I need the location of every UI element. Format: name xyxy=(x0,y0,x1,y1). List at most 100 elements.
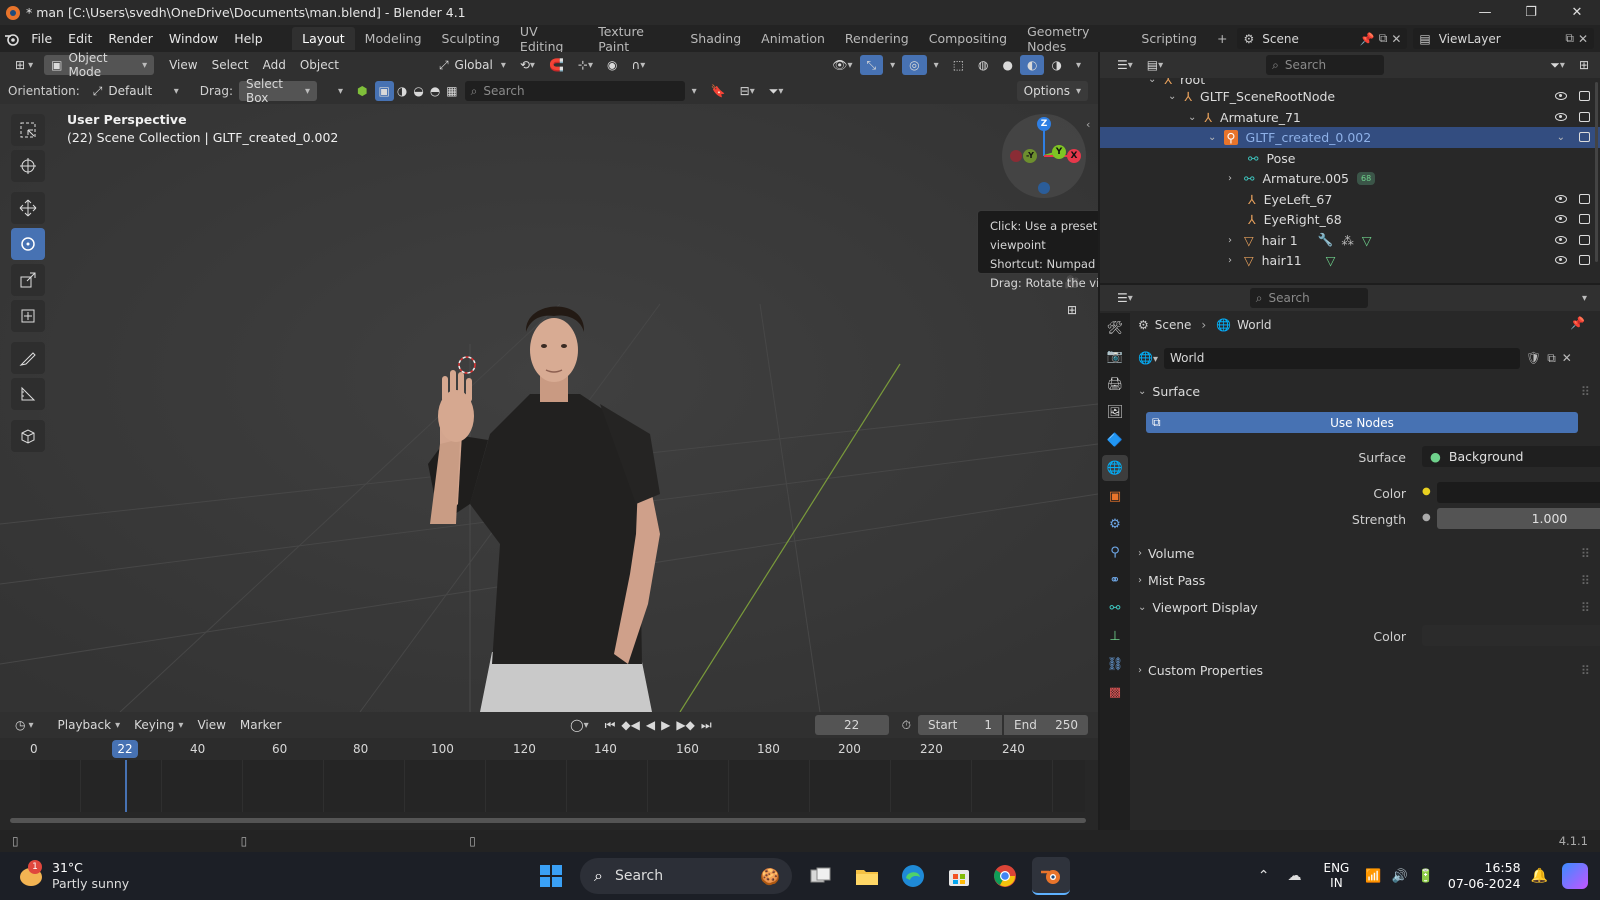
blender-taskbar-icon[interactable] xyxy=(1032,857,1070,895)
render-tab-icon[interactable]: 📷 xyxy=(1102,343,1128,369)
menu-render[interactable]: Render xyxy=(100,31,161,46)
tool-tab-icon[interactable]: 🛠 xyxy=(1102,315,1128,341)
show-hidden-icons-chevron[interactable]: ⌃ xyxy=(1258,868,1270,884)
onedrive-paused-icon[interactable]: ☁ xyxy=(1287,868,1301,884)
timeline-tracks[interactable] xyxy=(40,760,1085,812)
menu-add[interactable]: Add xyxy=(256,55,293,75)
menu-keying[interactable]: Keying ▾ xyxy=(127,715,190,735)
battery-icon[interactable]: 🔋 xyxy=(1418,869,1434,884)
camera-icon[interactable] xyxy=(1579,214,1590,225)
new-scene-icon[interactable]: ⧉ xyxy=(1379,31,1388,46)
outliner-row-armature-71[interactable]: ⌄ ⅄ Armature_71 xyxy=(1100,107,1600,128)
camera-icon[interactable] xyxy=(1579,132,1590,143)
snap-target-icon[interactable]: ⊹ ▾ xyxy=(571,55,600,75)
sidebar-toggle-icon[interactable]: ‹ xyxy=(1086,118,1090,131)
navigation-gizmo[interactable]: Z Y -Y X xyxy=(1002,114,1086,198)
volume-panel-header[interactable]: › Volume ⠿ xyxy=(1138,541,1590,565)
gizmo-toggle-icon[interactable]: ⤡ xyxy=(859,55,884,75)
gizmo-neg-y-axis[interactable]: -Y xyxy=(1023,149,1037,163)
outliner-filter-icon[interactable]: ⏷ ▾ xyxy=(1543,55,1572,75)
particles-tab-icon[interactable]: ⚲ xyxy=(1102,539,1128,565)
world-tab-icon[interactable]: 🌐 xyxy=(1102,455,1128,481)
tab-animation[interactable]: Animation xyxy=(751,27,835,50)
menu-edit[interactable]: Edit xyxy=(60,31,100,46)
menu-marker[interactable]: Marker xyxy=(233,715,288,735)
select-extend-icon[interactable]: ◑ xyxy=(394,81,410,101)
select-new-icon[interactable]: ▣ xyxy=(374,81,394,101)
viewport-color-swatch[interactable] xyxy=(1422,625,1600,646)
tab-layout[interactable]: Layout xyxy=(292,27,355,50)
ortho-toggle-icon[interactable]: ⊞ xyxy=(1058,298,1086,322)
jump-next-keyframe-icon[interactable]: ▶◆ xyxy=(673,715,697,735)
tab-scripting[interactable]: Scripting xyxy=(1131,27,1207,50)
maximize-button[interactable]: ❐ xyxy=(1508,0,1554,25)
menu-select[interactable]: Select xyxy=(205,55,256,75)
auto-keying-icon[interactable]: ◯ ▾ xyxy=(563,715,595,735)
select-subtract-icon[interactable]: ◒ xyxy=(410,81,426,101)
move-tool-icon[interactable] xyxy=(11,192,45,224)
bone-tab-icon[interactable]: ⊥ xyxy=(1102,623,1128,649)
viewport-display-panel-header[interactable]: ⌄ Viewport Display ⠿ xyxy=(1138,595,1590,619)
3d-viewport[interactable]: ⊞ ▾ ▣ Object Mode ▾ View Select Add Objec… xyxy=(0,52,1098,712)
properties-editor-type-icon[interactable]: ☰ ▾ xyxy=(1110,288,1140,308)
timeline-editor-type-button[interactable]: ◷ ▾ xyxy=(8,715,41,735)
jump-start-icon[interactable]: ⏮ xyxy=(602,715,619,735)
play-icon[interactable]: ▶ xyxy=(658,715,673,735)
start-button[interactable] xyxy=(532,857,570,895)
view-layer-tab-icon[interactable]: 🖼 xyxy=(1102,399,1128,425)
world-browse-icon[interactable]: 🌐▾ xyxy=(1138,351,1158,365)
delete-view-layer-icon[interactable]: ✕ xyxy=(1578,32,1588,46)
outliner-row-eyeleft[interactable]: ⅄ EyeLeft_67 xyxy=(1100,189,1600,210)
tab-sculpting[interactable]: Sculpting xyxy=(432,27,510,50)
view-layer-selector[interactable]: ▤ ViewLayer ⧉ ✕ xyxy=(1413,28,1594,49)
rotate-tool-icon[interactable] xyxy=(11,228,45,260)
drag-handle-icon[interactable]: ⠿ xyxy=(1581,573,1590,588)
clock-widget[interactable]: 16:58 07-06-2024 xyxy=(1448,860,1521,892)
measure-tool-icon[interactable] xyxy=(11,378,45,410)
menu-window[interactable]: Window xyxy=(161,31,226,46)
outliner-row-gltf-created[interactable]: ⌄ ⚲ GLTF_created_0.002 ⌄ xyxy=(1100,127,1600,148)
layout-options-icon[interactable]: ⊟ ▾ xyxy=(733,81,762,101)
color-socket-icon[interactable]: ● xyxy=(1422,486,1431,497)
current-frame-field[interactable]: 22 xyxy=(814,715,889,735)
shading-options-icon[interactable]: ▾ xyxy=(1069,55,1088,75)
eye-icon[interactable] xyxy=(1555,92,1567,101)
start-frame-field[interactable]: Start 1 xyxy=(918,715,1002,735)
scene-selector[interactable]: ⚙ Scene 📌 ⧉ ✕ xyxy=(1237,28,1408,49)
surface-panel-header[interactable]: ⌄ Surface ⠿ xyxy=(1138,379,1590,403)
display-mode-icon[interactable]: ▤ ▾ xyxy=(1140,55,1170,75)
fake-user-icon[interactable]: 🛡 xyxy=(1526,351,1541,365)
task-view-icon[interactable] xyxy=(802,857,840,895)
eye-icon[interactable] xyxy=(1555,215,1567,224)
copilot-icon[interactable] xyxy=(1562,863,1588,889)
tool-search-input[interactable]: ⌕ Search xyxy=(464,81,685,101)
edge-browser-icon[interactable] xyxy=(894,857,932,895)
new-view-layer-icon[interactable]: ⧉ xyxy=(1565,31,1574,46)
language-indicator[interactable]: ENG IN xyxy=(1323,861,1349,891)
select-invert-icon[interactable]: ◓ xyxy=(427,81,443,101)
outliner[interactable]: ☰ ▾ ▤ ▾ ⌕ Search ⏷ ▾ ⊞ ⌄ ⅄ root ⌄ ⅄ GLTF_S… xyxy=(1100,52,1600,283)
mode-selector[interactable]: ▣ Object Mode ▾ xyxy=(44,52,155,79)
outliner-row-hair11[interactable]: › ▽ hair11 ▽ xyxy=(1100,250,1600,271)
drag-selector[interactable]: Select Box ▾ xyxy=(238,77,317,105)
eye-icon[interactable] xyxy=(1555,236,1567,245)
modifiers-tab-icon[interactable]: ⚙ xyxy=(1102,511,1128,537)
add-workspace-button[interactable]: + xyxy=(1207,27,1237,50)
select-intersect-icon[interactable]: ▦ xyxy=(443,81,460,101)
drag-handle-icon[interactable]: ⠿ xyxy=(1581,546,1590,561)
menu-timeline-view[interactable]: View xyxy=(190,715,232,735)
menu-view[interactable]: View xyxy=(162,55,204,75)
gizmo-z-axis[interactable]: Z xyxy=(1037,117,1051,131)
properties-options-icon[interactable]: ▾ xyxy=(1575,288,1594,308)
new-collection-icon[interactable]: ⊞ xyxy=(1572,55,1596,75)
chrome-browser-icon[interactable] xyxy=(986,857,1024,895)
color-swatch[interactable] xyxy=(1437,482,1600,503)
object-tab-icon[interactable]: ▣ xyxy=(1102,483,1128,509)
texture-tab-icon[interactable]: ▩ xyxy=(1102,679,1128,705)
menu-playback[interactable]: Playback ▾ xyxy=(51,715,128,735)
outliner-row-eyeright[interactable]: ⅄ EyeRight_68 xyxy=(1100,209,1600,230)
jump-end-icon[interactable]: ⏭ xyxy=(698,715,715,735)
scene-tab-icon[interactable]: 🔷 xyxy=(1102,427,1128,453)
pin-icon[interactable]: 📌 xyxy=(1570,316,1585,330)
eye-icon[interactable] xyxy=(1555,113,1567,122)
